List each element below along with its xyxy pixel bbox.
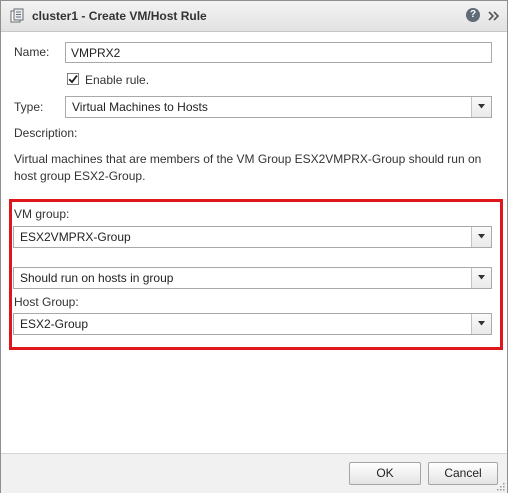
- create-vm-host-rule-dialog: cluster1 - Create VM/Host Rule ? Name: E…: [0, 0, 508, 493]
- vm-group-label: VM group:: [14, 207, 70, 221]
- type-select-toggle[interactable]: [471, 97, 491, 117]
- vm-group-select-toggle[interactable]: [471, 227, 491, 247]
- dialog-titlebar: cluster1 - Create VM/Host Rule ?: [1, 1, 507, 32]
- description-label: Description:: [14, 126, 78, 140]
- cluster-rule-icon: [10, 8, 24, 23]
- help-icon[interactable]: ?: [466, 8, 480, 22]
- host-group-select-toggle[interactable]: [471, 314, 491, 334]
- triangle-down-icon: [478, 321, 485, 326]
- ok-button[interactable]: OK: [349, 462, 421, 485]
- triangle-down-icon: [478, 275, 485, 280]
- host-group-label: Host Group:: [14, 295, 79, 309]
- vm-group-select-value: ESX2VMPRX-Group: [20, 230, 131, 244]
- rule-select-value: Should run on hosts in group: [20, 271, 174, 285]
- type-select-value: Virtual Machines to Hosts: [72, 100, 208, 114]
- resize-grip-icon[interactable]: [497, 483, 505, 491]
- host-group-select[interactable]: ESX2-Group: [13, 313, 492, 335]
- dialog-title: cluster1 - Create VM/Host Rule: [32, 9, 207, 23]
- host-group-select-value: ESX2-Group: [20, 317, 89, 331]
- double-chevron-right-icon[interactable]: [487, 9, 501, 23]
- rule-select-toggle[interactable]: [471, 268, 491, 288]
- cancel-button[interactable]: Cancel: [428, 462, 498, 485]
- description-text: Virtual machines that are members of the…: [14, 152, 482, 183]
- triangle-down-icon: [478, 234, 485, 239]
- type-select[interactable]: Virtual Machines to Hosts: [65, 96, 492, 118]
- name-label: Name:: [14, 45, 50, 59]
- enable-rule-checkbox[interactable]: [67, 73, 79, 85]
- dialog-footer: OK Cancel: [1, 453, 507, 493]
- triangle-down-icon: [478, 104, 485, 109]
- name-input[interactable]: [65, 42, 492, 63]
- type-label: Type:: [14, 100, 44, 114]
- rule-select[interactable]: Should run on hosts in group: [13, 267, 492, 289]
- checkmark-icon: [68, 74, 78, 84]
- vm-group-select[interactable]: ESX2VMPRX-Group: [13, 226, 492, 248]
- enable-rule-label[interactable]: Enable rule.: [85, 73, 149, 87]
